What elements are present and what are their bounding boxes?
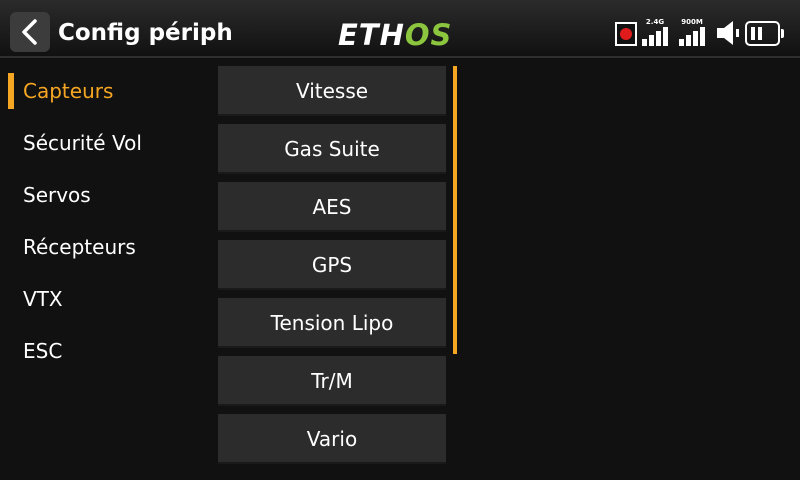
rssi-900m-label: 900M [681,18,703,26]
record-icon [615,22,637,46]
sidebar-item-label: VTX [23,287,63,311]
rssi-24g-label: 2.4G [645,18,665,26]
list-item-vario[interactable]: Vario [218,414,446,464]
header-divider [0,56,800,58]
ethos-logo: ETHOS [338,17,452,53]
sidebar-item-label: ESC [23,339,63,363]
rssi-900m-icon: 900M [677,18,707,46]
list-scrollbar[interactable] [453,66,457,354]
list-item-tr-m[interactable]: Tr/M [218,356,446,406]
sidebar-item-esc[interactable]: ESC [8,331,208,371]
sidebar-item-vtx[interactable]: VTX [8,279,208,319]
list-item-aes[interactable]: AES [218,182,446,232]
sidebar-item-servos[interactable]: Servos [8,175,208,215]
sidebar: Capteurs Sécurité Vol Servos Récepteurs … [0,62,210,480]
logo-text-right: OS [404,18,453,52]
battery-icon [745,21,784,46]
rssi-24g-icon: 2.4G [640,18,670,46]
sidebar-item-label: Capteurs [23,79,114,103]
header-bar: Config périph ETHOS 2.4G 900M [0,0,800,56]
speaker-icon [716,20,742,50]
sidebar-item-recepteurs[interactable]: Récepteurs [8,227,208,267]
sidebar-item-label: Servos [23,183,91,207]
selected-marker [8,73,14,109]
list-item-vitesse[interactable]: Vitesse [218,66,446,116]
page-title: Config périph [58,20,233,46]
screen: Config périph ETHOS 2.4G 900M Capteurs S… [0,0,800,480]
logo-text-left: ETH [338,18,405,52]
sidebar-item-securite-vol[interactable]: Sécurité Vol [8,123,208,163]
list-item-gps[interactable]: GPS [218,240,446,290]
sidebar-item-label: Sécurité Vol [23,131,142,155]
list-item-gas-suite[interactable]: Gas Suite [218,124,446,174]
list-item-tension-lipo[interactable]: Tension Lipo [218,298,446,348]
back-button[interactable] [10,12,50,52]
sidebar-item-label: Récepteurs [23,235,136,259]
sidebar-item-capteurs[interactable]: Capteurs [8,71,208,111]
